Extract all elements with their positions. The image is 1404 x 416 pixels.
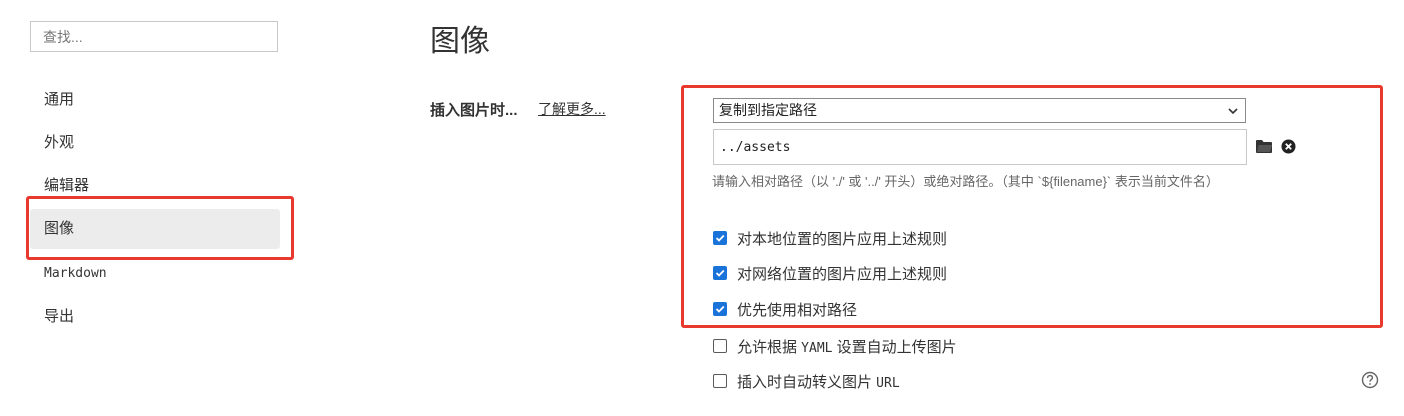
search-input[interactable]	[30, 21, 278, 52]
check-icon	[715, 305, 725, 313]
checkbox-checked[interactable]	[713, 266, 727, 280]
checkbox-unchecked[interactable]	[713, 339, 727, 353]
image-policy-select[interactable]: 复制到指定路径	[713, 98, 1246, 123]
option-label: 对网络位置的图片应用上述规则	[737, 265, 948, 283]
option-label: 对本地位置的图片应用上述规则	[737, 230, 948, 248]
folder-icon[interactable]	[1256, 139, 1272, 153]
page-title: 图像	[430, 25, 490, 58]
option-apply-network-images[interactable]: 对网络位置的图片应用上述规则	[713, 263, 947, 283]
help-icon[interactable]	[1361, 371, 1379, 389]
sidebar-item-general[interactable]: 通用	[30, 80, 280, 120]
checkbox-checked[interactable]	[713, 231, 727, 245]
sidebar-item-editor[interactable]: 编辑器	[30, 166, 280, 206]
option-escape-image-url[interactable]: 插入时自动转义图片 URL	[713, 371, 900, 391]
option-prefer-relative-path[interactable]: 优先使用相对路径	[713, 299, 857, 319]
sidebar-item-markdown[interactable]: Markdown	[30, 254, 280, 294]
path-input[interactable]	[713, 129, 1247, 165]
setting-label: 插入图片时...	[430, 102, 518, 119]
checkbox-checked[interactable]	[713, 302, 727, 316]
clear-icon[interactable]	[1281, 139, 1296, 154]
check-icon	[715, 234, 725, 242]
option-label: 允许根据 YAML 设置自动上传图片	[737, 338, 957, 356]
path-hint-text: 请输入相对路径（以 './' 或 '../' 开头）或绝对路径。（其中 `${f…	[712, 174, 1219, 189]
option-apply-local-images[interactable]: 对本地位置的图片应用上述规则	[713, 228, 947, 248]
checkbox-unchecked[interactable]	[713, 374, 727, 388]
sidebar-item-image[interactable]: 图像	[30, 209, 280, 249]
option-label: 插入时自动转义图片 URL	[737, 373, 900, 391]
chevron-down-icon	[1228, 108, 1238, 115]
sidebar-item-appearance[interactable]: 外观	[30, 123, 280, 163]
select-value: 复制到指定路径	[719, 102, 817, 118]
option-label: 优先使用相对路径	[737, 301, 858, 319]
check-icon	[715, 269, 725, 277]
learn-more-link[interactable]: 了解更多...	[538, 99, 606, 119]
option-yaml-auto-upload[interactable]: 允许根据 YAML 设置自动上传图片	[713, 336, 957, 356]
sidebar-item-export[interactable]: 导出	[30, 297, 280, 337]
